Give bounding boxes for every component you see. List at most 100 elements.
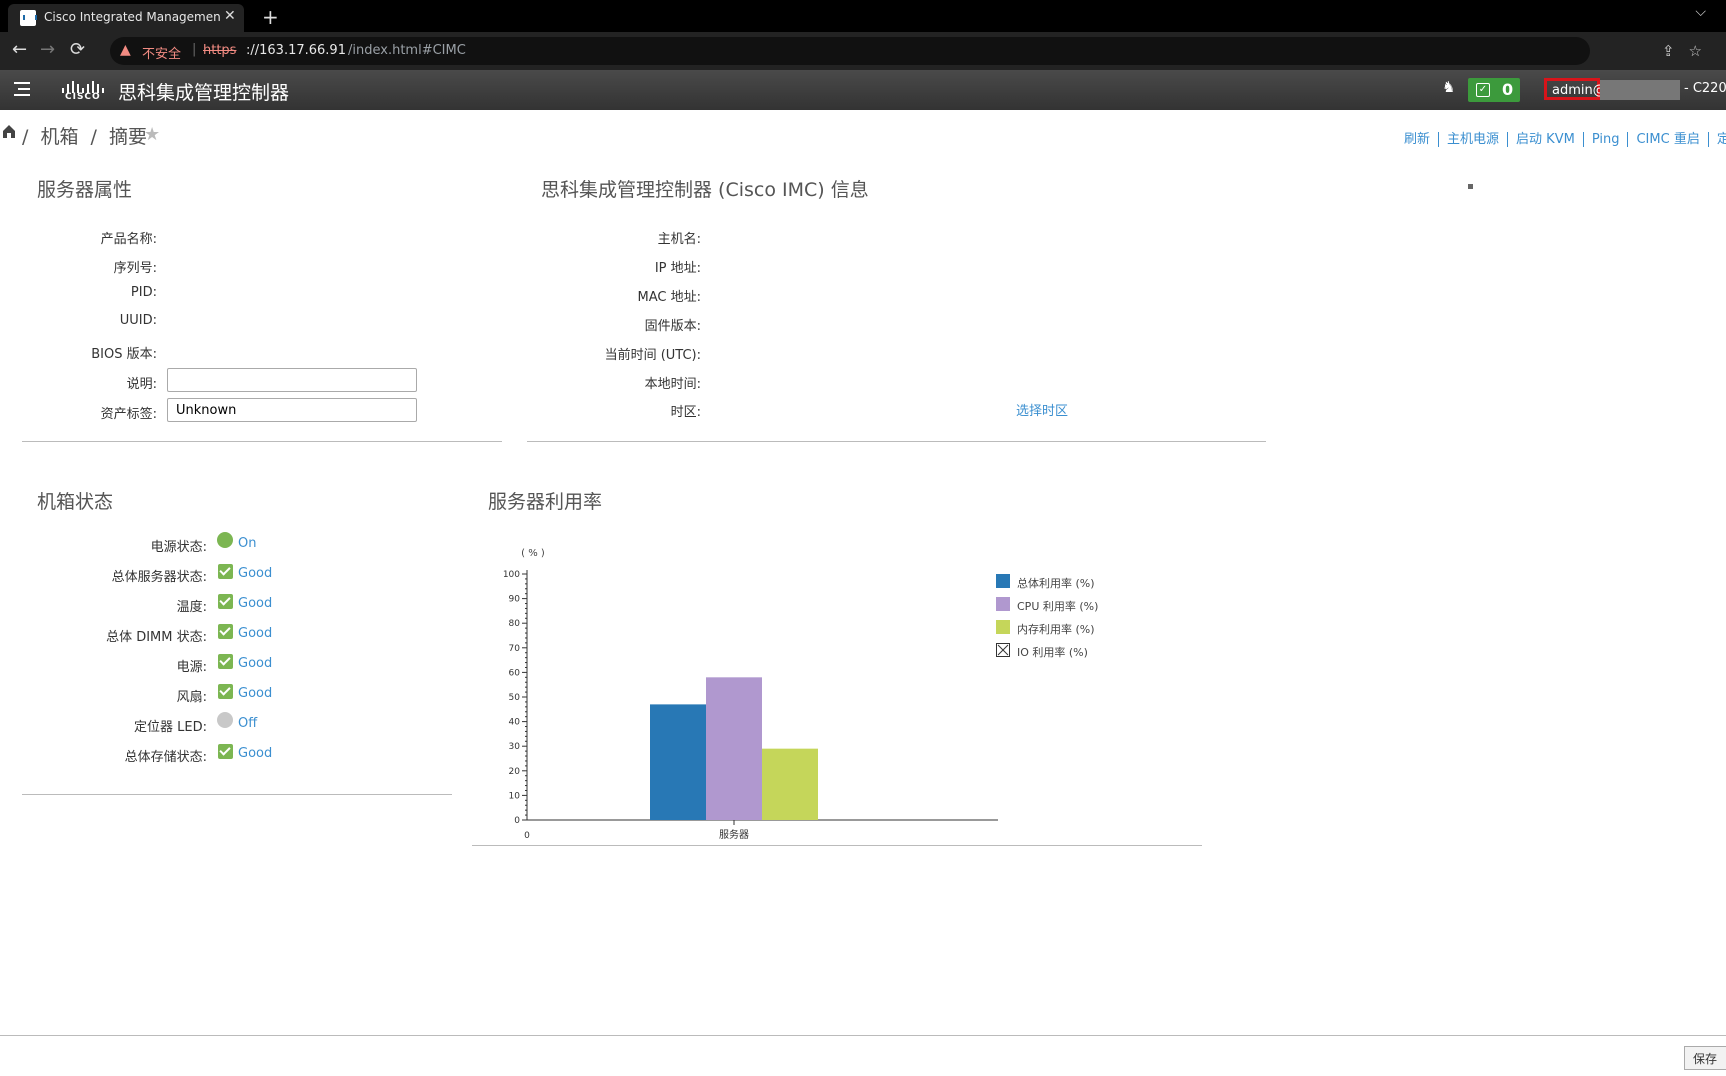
legend-label: 内存利用率 (%) <box>1017 623 1095 636</box>
action-links: 刷新 主机电源 启动 KVM Ping CIMC 重启定 <box>1396 128 1726 147</box>
refresh-link[interactable]: 刷新 <box>1396 132 1440 147</box>
status-value[interactable]: Good <box>238 626 272 641</box>
status-label: 电源状态: <box>150 540 207 555</box>
y-tick-label: 60 <box>509 668 521 678</box>
nav-menu-icon[interactable] <box>14 79 34 99</box>
breadcrumb-sep: / <box>90 126 97 148</box>
legend-label: CPU 利用率 (%) <box>1017 600 1099 613</box>
share-bookmark-icons[interactable]: ⇪☆ <box>1662 42 1716 60</box>
host-power-link[interactable]: 主机电源 <box>1439 132 1509 147</box>
status-label: 风扇: <box>176 690 207 705</box>
cisco-logo-word: CISCO <box>65 92 101 102</box>
legend-swatch <box>996 620 1010 634</box>
redacted-hostname <box>1600 80 1680 100</box>
section-divider <box>472 845 1202 846</box>
breadcrumb-item-summary: 摘要 <box>108 126 147 148</box>
timezone-label: 时区: <box>670 405 701 420</box>
status-value[interactable]: Good <box>238 566 272 581</box>
chassis-status-title: 机箱状态 <box>37 491 114 513</box>
save-button[interactable]: 保存 <box>1684 1046 1726 1070</box>
status-label: 总体服务器状态: <box>111 570 207 585</box>
uuid-label: UUID: <box>119 313 157 328</box>
status-value[interactable]: Good <box>238 746 272 761</box>
legend-swatch <box>996 574 1010 588</box>
server-properties-title: 服务器属性 <box>37 179 133 201</box>
x-origin-label: 0 <box>524 831 530 840</box>
back-icon[interactable]: ← <box>12 39 27 60</box>
asset-tag-label: 资产标签: <box>100 407 157 422</box>
status-value[interactable]: On <box>238 536 256 551</box>
status-off-icon <box>217 712 233 728</box>
section-divider <box>527 441 1266 442</box>
url-host: ://163.17.66.91 <box>246 43 346 58</box>
check-icon <box>218 684 233 699</box>
new-tab-icon[interactable]: + <box>262 5 279 29</box>
status-value[interactable]: Good <box>238 686 272 701</box>
bar-2 <box>706 677 762 820</box>
check-icon <box>218 624 233 639</box>
ping-link[interactable]: Ping <box>1583 132 1629 147</box>
status-value[interactable]: Good <box>238 656 272 671</box>
legend-label: 总体利用率 (%) <box>1017 577 1095 590</box>
y-tick-label: 50 <box>509 693 521 703</box>
bar-1 <box>650 704 706 820</box>
status-on-icon <box>217 532 233 548</box>
browser-tab[interactable]: Cisco Integrated Management C ✕ <box>8 4 244 32</box>
warning-icon: ▲ <box>120 42 131 58</box>
app-header: CISCO 思科集成管理控制器 ♞ ✓ 0 admin@ - C220-V <box>0 70 1726 110</box>
status-label: 总体存储状态: <box>124 750 207 765</box>
y-tick-label: 90 <box>509 595 521 605</box>
y-tick-label: 40 <box>509 718 521 728</box>
status-value[interactable]: Off <box>238 716 257 731</box>
y-tick-label: 100 <box>503 570 520 580</box>
legend-swatch <box>996 643 1010 657</box>
breadcrumb: / 机箱 / 摘要 <box>22 122 153 149</box>
launch-kvm-link[interactable]: 启动 KVM <box>1508 132 1584 147</box>
app-title: 思科集成管理控制器 <box>118 82 290 104</box>
utilization-chart: ( % ) 0 10 20 30 40 50 60 70 80 90 100 0 服务器 <box>503 548 998 840</box>
cimc-reboot-link[interactable]: CIMC 重启 <box>1628 132 1709 147</box>
url-scheme: https <box>203 43 237 58</box>
bios-version-label: BIOS 版本: <box>91 347 157 362</box>
fault-count: 0 <box>1502 80 1514 99</box>
reload-icon[interactable]: ⟳ <box>70 39 85 60</box>
check-icon <box>218 594 233 609</box>
insecure-label[interactable]: 不安全 <box>142 43 181 62</box>
y-tick-label: 0 <box>514 816 520 826</box>
breadcrumb-item-chassis[interactable]: 机箱 <box>40 126 78 148</box>
url-field[interactable]: ▲ 不安全 | https ://163.17.66.91 /index.htm… <box>110 37 1590 65</box>
ip-address-label: IP 地址: <box>654 261 701 276</box>
status-value[interactable]: Good <box>238 596 272 611</box>
cisco-logo: CISCO <box>60 77 104 103</box>
marker <box>1468 184 1473 189</box>
y-tick-label: 10 <box>509 791 521 801</box>
description-input[interactable] <box>167 368 417 392</box>
asset-tag-input[interactable] <box>167 398 417 422</box>
fault-summary-badge[interactable]: ✓ 0 <box>1468 78 1520 102</box>
breadcrumb-sep: / <box>22 126 29 148</box>
x-tick-label: 服务器 <box>719 828 749 840</box>
y-tick-label: 70 <box>509 644 521 654</box>
locator-link[interactable]: 定 <box>1709 132 1726 147</box>
current-time-label: 当前时间 (UTC): <box>604 348 701 363</box>
cisco-favicon-icon <box>20 10 37 26</box>
mac-address-label: MAC 地址: <box>637 290 701 305</box>
user-menu[interactable]: admin@ <box>1544 78 1606 100</box>
check-icon <box>218 744 233 759</box>
status-label: 总体 DIMM 状态: <box>106 630 207 645</box>
favorite-star-icon[interactable]: ★ <box>144 124 160 145</box>
tab-close-icon[interactable]: ✕ <box>224 8 236 24</box>
serial-label: 序列号: <box>113 261 157 276</box>
bell-icon[interactable]: ♞ <box>1442 78 1455 96</box>
firmware-version-label: 固件版本: <box>644 319 701 334</box>
tab-search-icon[interactable]: ⌵ <box>1695 4 1706 20</box>
status-label: 温度: <box>176 600 207 615</box>
select-timezone-link[interactable]: 选择时区 <box>1016 400 1068 419</box>
check-icon: ✓ <box>1476 83 1490 97</box>
cimc-info-title: 思科集成管理控制器 (Cisco IMC) 信息 <box>541 179 869 201</box>
hostname-label: 主机名: <box>657 232 701 247</box>
home-icon[interactable] <box>2 124 16 138</box>
forward-icon[interactable]: → <box>40 39 55 60</box>
y-axis-label: ( % ) <box>521 548 545 559</box>
local-time-label: 本地时间: <box>644 377 701 392</box>
